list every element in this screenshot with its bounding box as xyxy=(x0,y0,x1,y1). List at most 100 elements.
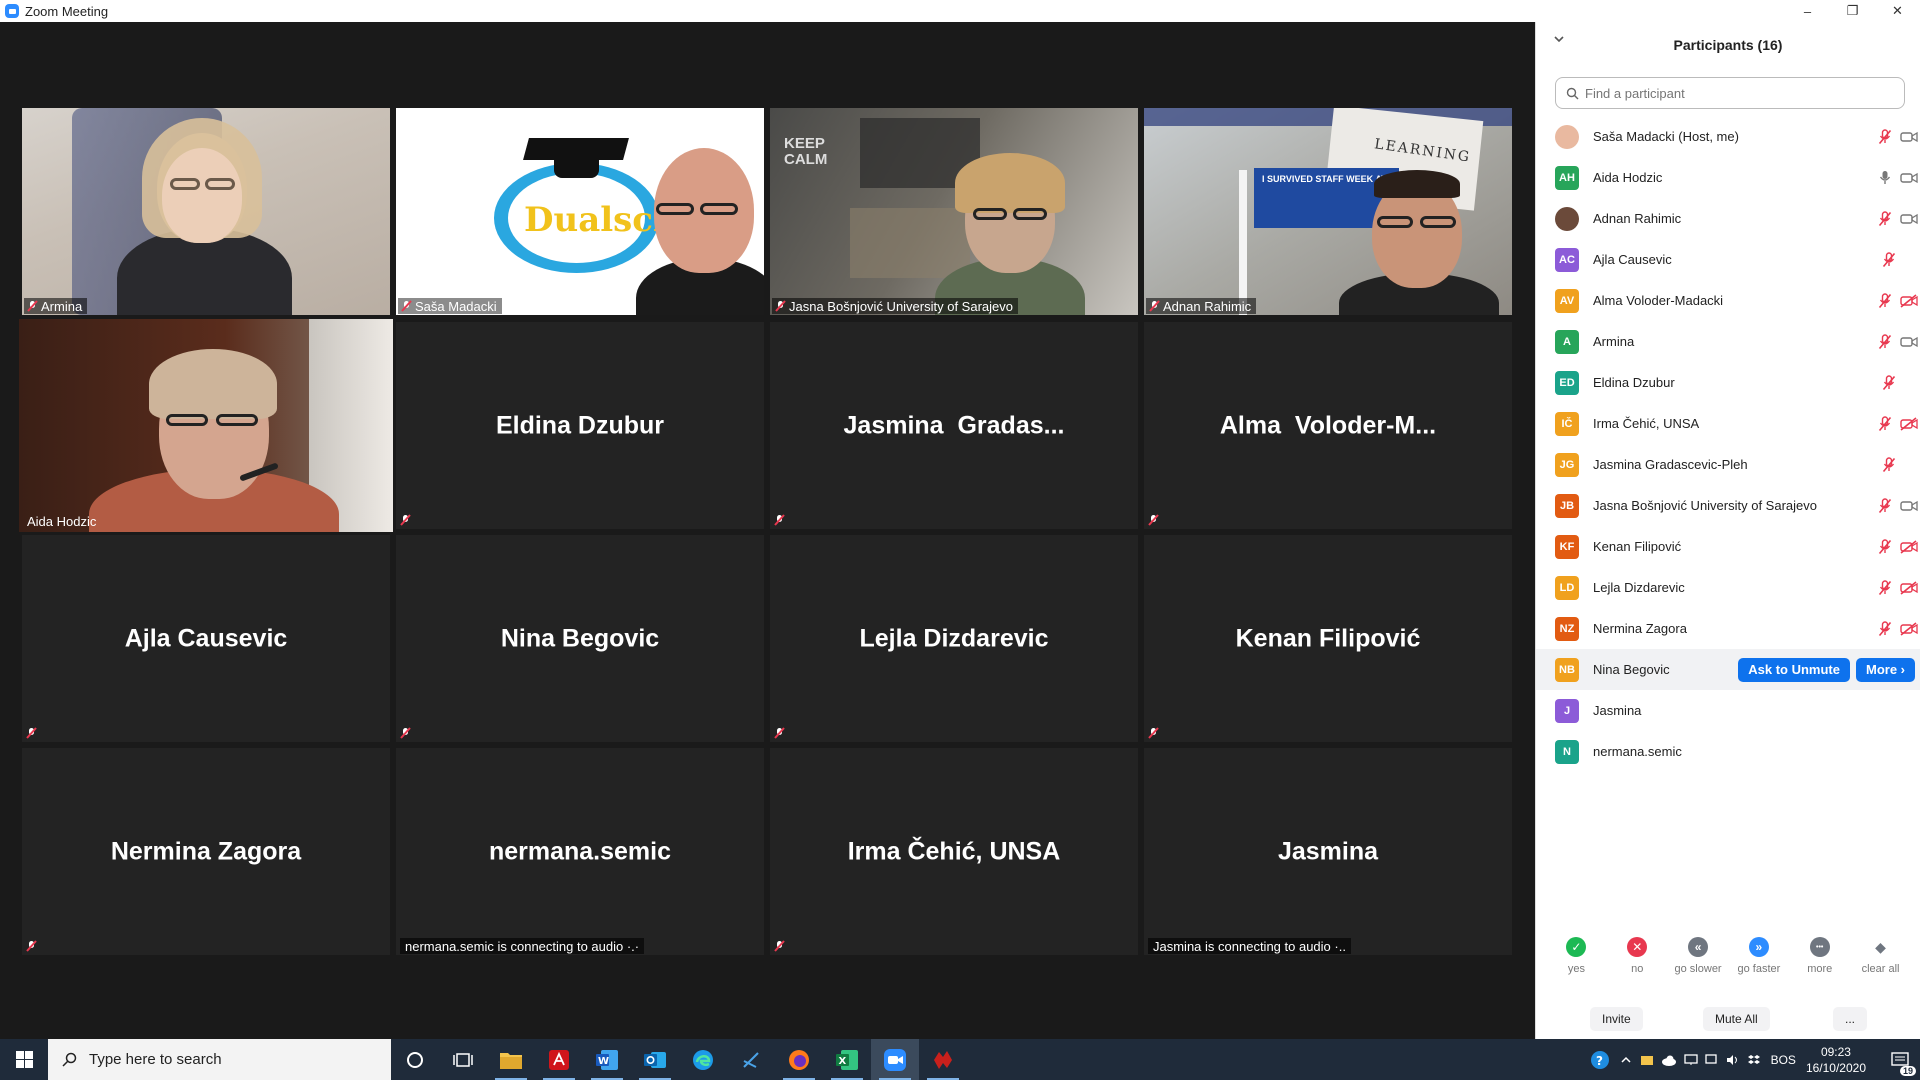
mic-off-icon[interactable] xyxy=(1878,292,1892,309)
mic-off-icon[interactable] xyxy=(1878,128,1892,145)
video-off-icon[interactable] xyxy=(1900,580,1918,595)
edge-button[interactable] xyxy=(679,1039,727,1080)
participant-row[interactable]: Adnan Rahimic xyxy=(1536,198,1920,239)
video-tile[interactable]: LEARNING I SURVIVED STAFF WEEK AT Adnan … xyxy=(1144,108,1512,315)
reaction-yes[interactable]: ✓ yes xyxy=(1546,937,1606,997)
participant-row[interactable]: NB Nina Begovic Ask to Unmute More › xyxy=(1536,649,1920,690)
participant-more-button[interactable]: More › xyxy=(1856,657,1915,682)
participant-tile[interactable]: Nermina Zagora xyxy=(22,748,390,955)
reaction-more[interactable]: ••• more xyxy=(1790,937,1850,997)
volume-icon[interactable] xyxy=(1726,1054,1740,1066)
snipping-tool-button[interactable] xyxy=(727,1039,775,1080)
video-tile-active-speaker[interactable]: Aida Hodzic xyxy=(19,319,393,532)
search-input[interactable] xyxy=(1585,85,1885,101)
invite-button[interactable]: Invite xyxy=(1590,1007,1643,1031)
more-options-button[interactable]: ... xyxy=(1833,1007,1868,1031)
network-icon[interactable] xyxy=(1683,1053,1698,1066)
participant-name: Saša Madacki (Host, me) xyxy=(1593,129,1739,144)
mic-off-icon[interactable] xyxy=(1878,415,1892,432)
video-off-icon[interactable] xyxy=(1900,293,1918,308)
participant-tile[interactable]: Kenan Filipović xyxy=(1144,535,1512,742)
mic-off-icon[interactable] xyxy=(1882,374,1896,391)
dropbox-icon[interactable] xyxy=(1747,1054,1761,1066)
mic-off-icon[interactable] xyxy=(1878,497,1892,514)
mic-off-icon[interactable] xyxy=(1882,456,1896,473)
mic-off-icon[interactable] xyxy=(1878,620,1892,637)
input-language[interactable]: BOS xyxy=(1771,1053,1796,1067)
participant-tile[interactable]: Lejla Dizdarevic xyxy=(770,535,1138,742)
audio-connecting-status: Jasmina is connecting to audio ·.. xyxy=(1148,938,1351,954)
help-icon[interactable]: ? xyxy=(1590,1050,1610,1070)
reaction-clear-all[interactable]: ◆ clear all xyxy=(1851,937,1911,997)
participant-row[interactable]: NZ Nermina Zagora xyxy=(1536,608,1920,649)
video-on-icon[interactable] xyxy=(1900,336,1918,348)
cortana-button[interactable] xyxy=(391,1039,439,1080)
acrobat-button[interactable] xyxy=(535,1039,583,1080)
red-app-button[interactable] xyxy=(919,1039,967,1080)
word-button[interactable]: W xyxy=(583,1039,631,1080)
participant-row[interactable]: IČ Irma Čehić, UNSA xyxy=(1536,403,1920,444)
zoom-taskbar-button[interactable] xyxy=(871,1039,919,1080)
outlook-button[interactable] xyxy=(631,1039,679,1080)
restore-button[interactable]: ❐ xyxy=(1830,0,1875,22)
participant-avatar: IČ xyxy=(1555,411,1579,436)
participant-row[interactable]: A Armina xyxy=(1536,321,1920,362)
reaction-go-slower[interactable]: « go slower xyxy=(1668,937,1728,997)
ask-to-unmute-button[interactable]: Ask to Unmute xyxy=(1738,657,1850,682)
participant-row[interactable]: J Jasmina xyxy=(1536,690,1920,731)
video-off-icon[interactable] xyxy=(1900,416,1918,431)
participant-row[interactable]: AC Ajla Causevic xyxy=(1536,239,1920,280)
video-tile[interactable]: KEEP CALM Jasna Bošnjović University of … xyxy=(770,108,1138,315)
mic-off-icon[interactable] xyxy=(1882,251,1896,268)
chevron-down-icon[interactable] xyxy=(1554,35,1564,43)
reaction-no[interactable]: ✕ no xyxy=(1607,937,1667,997)
notification-center-button[interactable]: 19 xyxy=(1880,1039,1920,1080)
video-tile[interactable]: Armina xyxy=(22,108,390,315)
participant-row[interactable]: Saša Madacki (Host, me) xyxy=(1536,116,1920,157)
start-button[interactable] xyxy=(0,1039,48,1080)
excel-button[interactable]: X xyxy=(823,1039,871,1080)
task-view-button[interactable] xyxy=(439,1039,487,1080)
participant-row[interactable]: LD Lejla Dizdarevic xyxy=(1536,567,1920,608)
taskbar-search[interactable]: Type here to search xyxy=(48,1039,391,1080)
participant-tile[interactable]: Nina Begovic xyxy=(396,535,764,742)
clock[interactable]: 09:23 16/10/2020 xyxy=(1806,1044,1866,1076)
mail-icon[interactable] xyxy=(1640,1054,1654,1066)
mic-off-icon[interactable] xyxy=(1878,210,1892,227)
participant-row[interactable]: KF Kenan Filipović xyxy=(1536,526,1920,567)
participant-row[interactable]: AV Alma Voloder-Madacki xyxy=(1536,280,1920,321)
video-tile[interactable]: Dualsci Saša Madacki xyxy=(396,108,764,315)
participant-tile[interactable]: Alma Voloder-M... xyxy=(1144,322,1512,529)
mic-off-icon[interactable] xyxy=(1878,538,1892,555)
participant-tile[interactable]: Eldina Dzubur xyxy=(396,322,764,529)
participant-tile[interactable]: Jasmina Gradas... xyxy=(770,322,1138,529)
participant-row[interactable]: ED Eldina Dzubur xyxy=(1536,362,1920,403)
participant-tile[interactable]: nermana.semic nermana.semic is connectin… xyxy=(396,748,764,955)
participant-row[interactable]: Nnermana.semic xyxy=(1536,731,1920,772)
mic-off-icon[interactable] xyxy=(1878,333,1892,350)
participant-row[interactable]: JG Jasmina Gradascevic-Pleh xyxy=(1536,444,1920,485)
participant-tile[interactable]: Jasmina Jasmina is connecting to audio ·… xyxy=(1144,748,1512,955)
video-on-icon[interactable] xyxy=(1900,500,1918,512)
mic-off-icon[interactable] xyxy=(1878,579,1892,596)
video-on-icon[interactable] xyxy=(1900,172,1918,184)
participant-row[interactable]: AH Aida Hodzic xyxy=(1536,157,1920,198)
participant-row[interactable]: JB Jasna Bošnjović University of Sarajevo xyxy=(1536,485,1920,526)
onedrive-cloud-icon[interactable] xyxy=(1661,1054,1677,1066)
reaction-go-faster[interactable]: » go faster xyxy=(1729,937,1789,997)
participant-tile[interactable]: Ajla Causevic xyxy=(22,535,390,742)
mic-on-icon[interactable] xyxy=(1878,170,1892,186)
file-explorer-button[interactable] xyxy=(487,1039,535,1080)
video-off-icon[interactable] xyxy=(1900,621,1918,636)
chevron-up-icon[interactable] xyxy=(1620,1054,1632,1066)
firefox-button[interactable] xyxy=(775,1039,823,1080)
minimize-button[interactable]: – xyxy=(1785,0,1830,22)
video-on-icon[interactable] xyxy=(1900,213,1918,225)
video-off-icon[interactable] xyxy=(1900,539,1918,554)
display-icon[interactable] xyxy=(1704,1053,1719,1066)
video-on-icon[interactable] xyxy=(1900,131,1918,143)
participant-tile[interactable]: Irma Čehić, UNSA xyxy=(770,748,1138,955)
participant-search[interactable] xyxy=(1555,77,1905,109)
close-button[interactable]: ✕ xyxy=(1875,0,1920,22)
mute-all-button[interactable]: Mute All xyxy=(1703,1007,1770,1031)
